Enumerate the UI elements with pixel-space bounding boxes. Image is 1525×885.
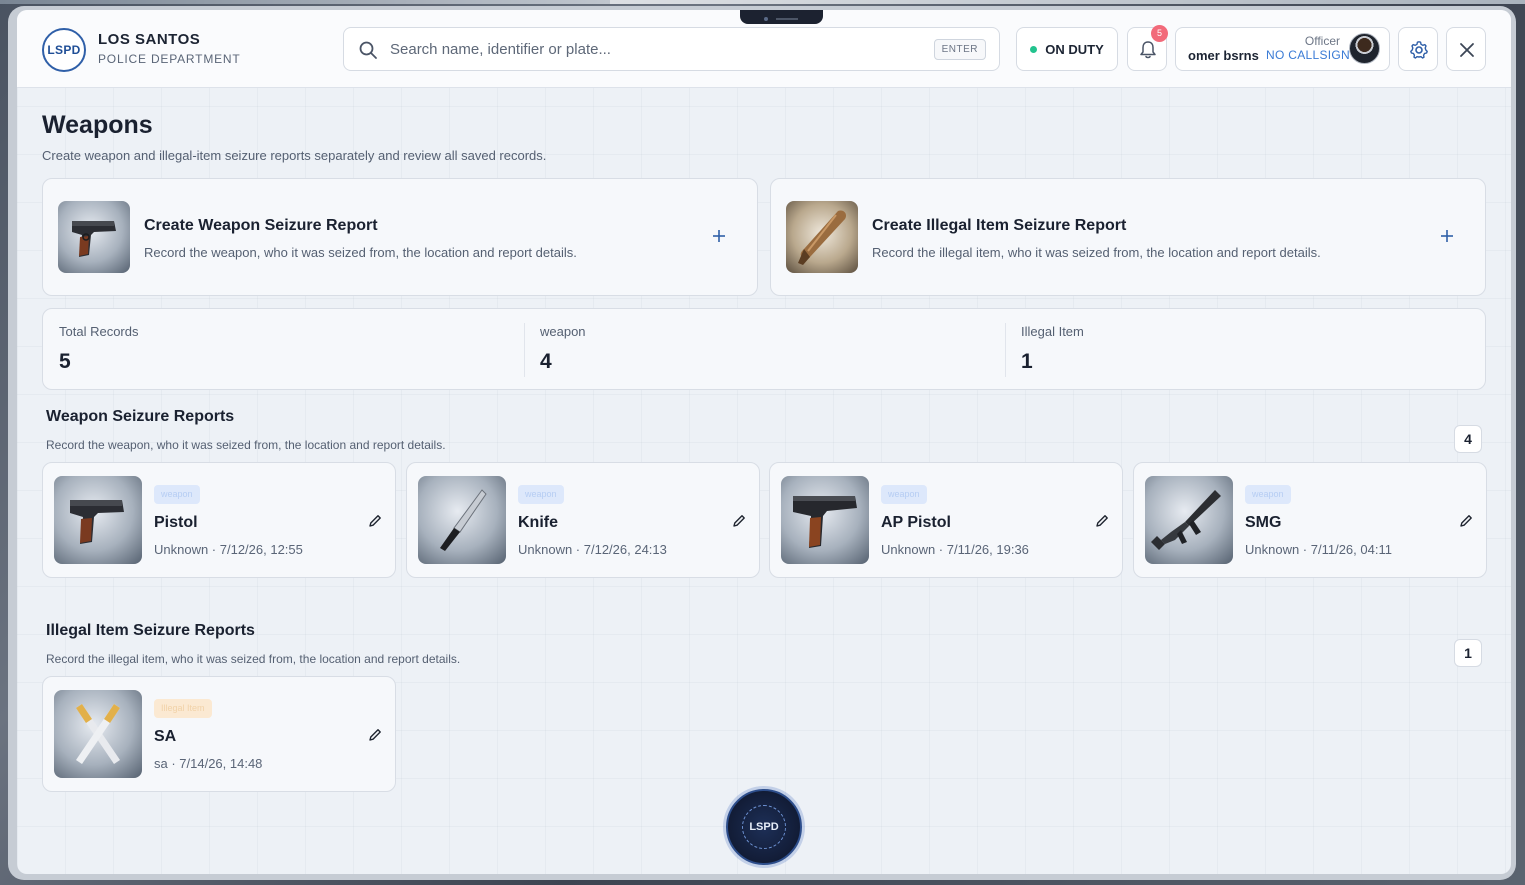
ap-pistol-image (781, 476, 869, 564)
duty-status-label: ON DUTY (1045, 41, 1104, 57)
create-illegal-item-report-card[interactable]: Create Illegal Item Seizure Report Recor… (770, 178, 1486, 296)
weapon-record-card[interactable]: weapon SMG Unknown · 7/11/26, 04:11 (1133, 462, 1487, 578)
gear-icon (1410, 41, 1428, 59)
officer-role: Officer (1304, 34, 1340, 48)
brand-subtitle: POLICE DEPARTMENT (98, 52, 241, 66)
pencil-icon[interactable] (731, 513, 747, 529)
officer-name: omer bsrns (1188, 48, 1259, 63)
record-tag: weapon (881, 485, 927, 504)
record-tag: Illegal Item (154, 699, 212, 718)
badge-ring: LSPD (742, 805, 786, 849)
record-meta: Unknown · 7/11/26, 19:36 (881, 542, 1029, 557)
create-weapon-report-card[interactable]: Create Weapon Seizure Report Record the … (42, 178, 758, 296)
record-meta: Unknown · 7/12/26, 24:13 (518, 542, 667, 557)
pencil-icon[interactable] (1458, 513, 1474, 529)
notifications-button[interactable]: 5 (1127, 25, 1168, 71)
stat-value: 1 (1021, 350, 1033, 373)
stat-value: 4 (540, 350, 552, 373)
avatar (1349, 33, 1380, 64)
weapon-section-subtitle: Record the weapon, who it was seized fro… (46, 438, 446, 452)
lspd-logo: LSPD (42, 28, 86, 72)
record-name: Knife (518, 514, 558, 531)
record-name: AP Pistol (881, 514, 951, 531)
status-dot (1030, 45, 1038, 53)
record-name: SMG (1245, 514, 1282, 531)
fab-logo-text: LSPD (749, 821, 779, 833)
record-name: Pistol (154, 514, 198, 531)
officer-callsign: NO CALLSIGN (1266, 48, 1350, 62)
mdt-app: LSPD LOS SANTOS POLICE DEPARTMENT Search… (17, 10, 1511, 874)
stat-label: Total Records (59, 324, 139, 339)
stat-illegal-item: Illegal Item 1 (1005, 309, 1486, 391)
cigarettes-image (54, 690, 142, 778)
stat-weapon: weapon 4 (524, 309, 1005, 391)
pistol-image (54, 476, 142, 564)
stat-total-records: Total Records 5 (43, 309, 524, 391)
record-meta: Unknown · 7/12/26, 12:55 (154, 542, 303, 557)
bat-image (786, 201, 858, 273)
duty-status-button[interactable]: ON DUTY (1016, 27, 1118, 71)
weapon-record-card[interactable]: weapon Knife Unknown · 7/12/26, 24:13 (406, 462, 760, 578)
weapon-count-badge: 4 (1454, 425, 1482, 453)
weapon-record-card[interactable]: weapon Pistol Unknown · 7/12/26, 12:55 (42, 462, 396, 578)
stat-value: 5 (59, 350, 71, 373)
bell-icon (1140, 41, 1156, 59)
close-icon (1460, 43, 1474, 57)
stat-label: weapon (540, 324, 586, 339)
illegal-count-badge: 1 (1454, 639, 1482, 667)
create-card-title: Create Weapon Seizure Report (144, 217, 378, 234)
search-placeholder: Search name, identifier or plate... (390, 41, 611, 58)
create-card-description: Record the weapon, who it was seized fro… (144, 245, 577, 260)
record-tag: weapon (518, 485, 564, 504)
page-subtitle: Create weapon and illegal-item seizure r… (42, 148, 547, 163)
stats-panel: Total Records 5 weapon 4 Illegal Item 1 (42, 308, 1486, 390)
smg-image (1145, 476, 1233, 564)
pencil-icon[interactable] (1094, 513, 1110, 529)
weapon-section-title: Weapon Seizure Reports (46, 408, 235, 425)
weapon-record-card[interactable]: weapon AP Pistol Unknown · 7/11/26, 19:3… (769, 462, 1123, 578)
plus-icon (1441, 230, 1453, 242)
plus-icon (713, 230, 725, 242)
officer-profile[interactable]: Officer omer bsrns NO CALLSIGN (1175, 27, 1390, 71)
logo-text: LSPD (47, 43, 81, 57)
lspd-home-button[interactable]: LSPD (726, 789, 802, 865)
page-title: Weapons (42, 111, 153, 139)
create-card-title: Create Illegal Item Seizure Report (872, 217, 1127, 234)
pencil-icon[interactable] (367, 513, 383, 529)
background-strip (0, 0, 1525, 4)
illegal-section-subtitle: Record the illegal item, who it was seiz… (46, 652, 461, 666)
create-card-description: Record the illegal item, who it was seiz… (872, 245, 1321, 260)
camera-notch (740, 10, 823, 24)
record-meta: sa · 7/14/26, 14:48 (154, 756, 263, 771)
knife-image (418, 476, 506, 564)
pistol-image (58, 201, 130, 273)
stat-label: Illegal Item (1021, 324, 1084, 339)
notification-count-badge: 5 (1151, 25, 1168, 42)
record-meta: Unknown · 7/11/26, 04:11 (1245, 542, 1392, 557)
record-tag: weapon (154, 485, 200, 504)
record-tag: weapon (1245, 485, 1291, 504)
pencil-icon[interactable] (367, 727, 383, 743)
record-name: SA (154, 728, 177, 745)
illegal-section-title: Illegal Item Seizure Reports (46, 622, 255, 639)
illegal-record-card[interactable]: Illegal Item SA sa · 7/14/26, 14:48 (42, 676, 396, 792)
search-icon (359, 41, 377, 59)
enter-key-hint: ENTER (933, 39, 986, 60)
settings-button[interactable] (1398, 27, 1438, 71)
brand-title: LOS SANTOS (98, 31, 201, 48)
search-input[interactable]: Search name, identifier or plate... ENTE… (343, 27, 1000, 71)
close-button[interactable] (1446, 27, 1486, 71)
